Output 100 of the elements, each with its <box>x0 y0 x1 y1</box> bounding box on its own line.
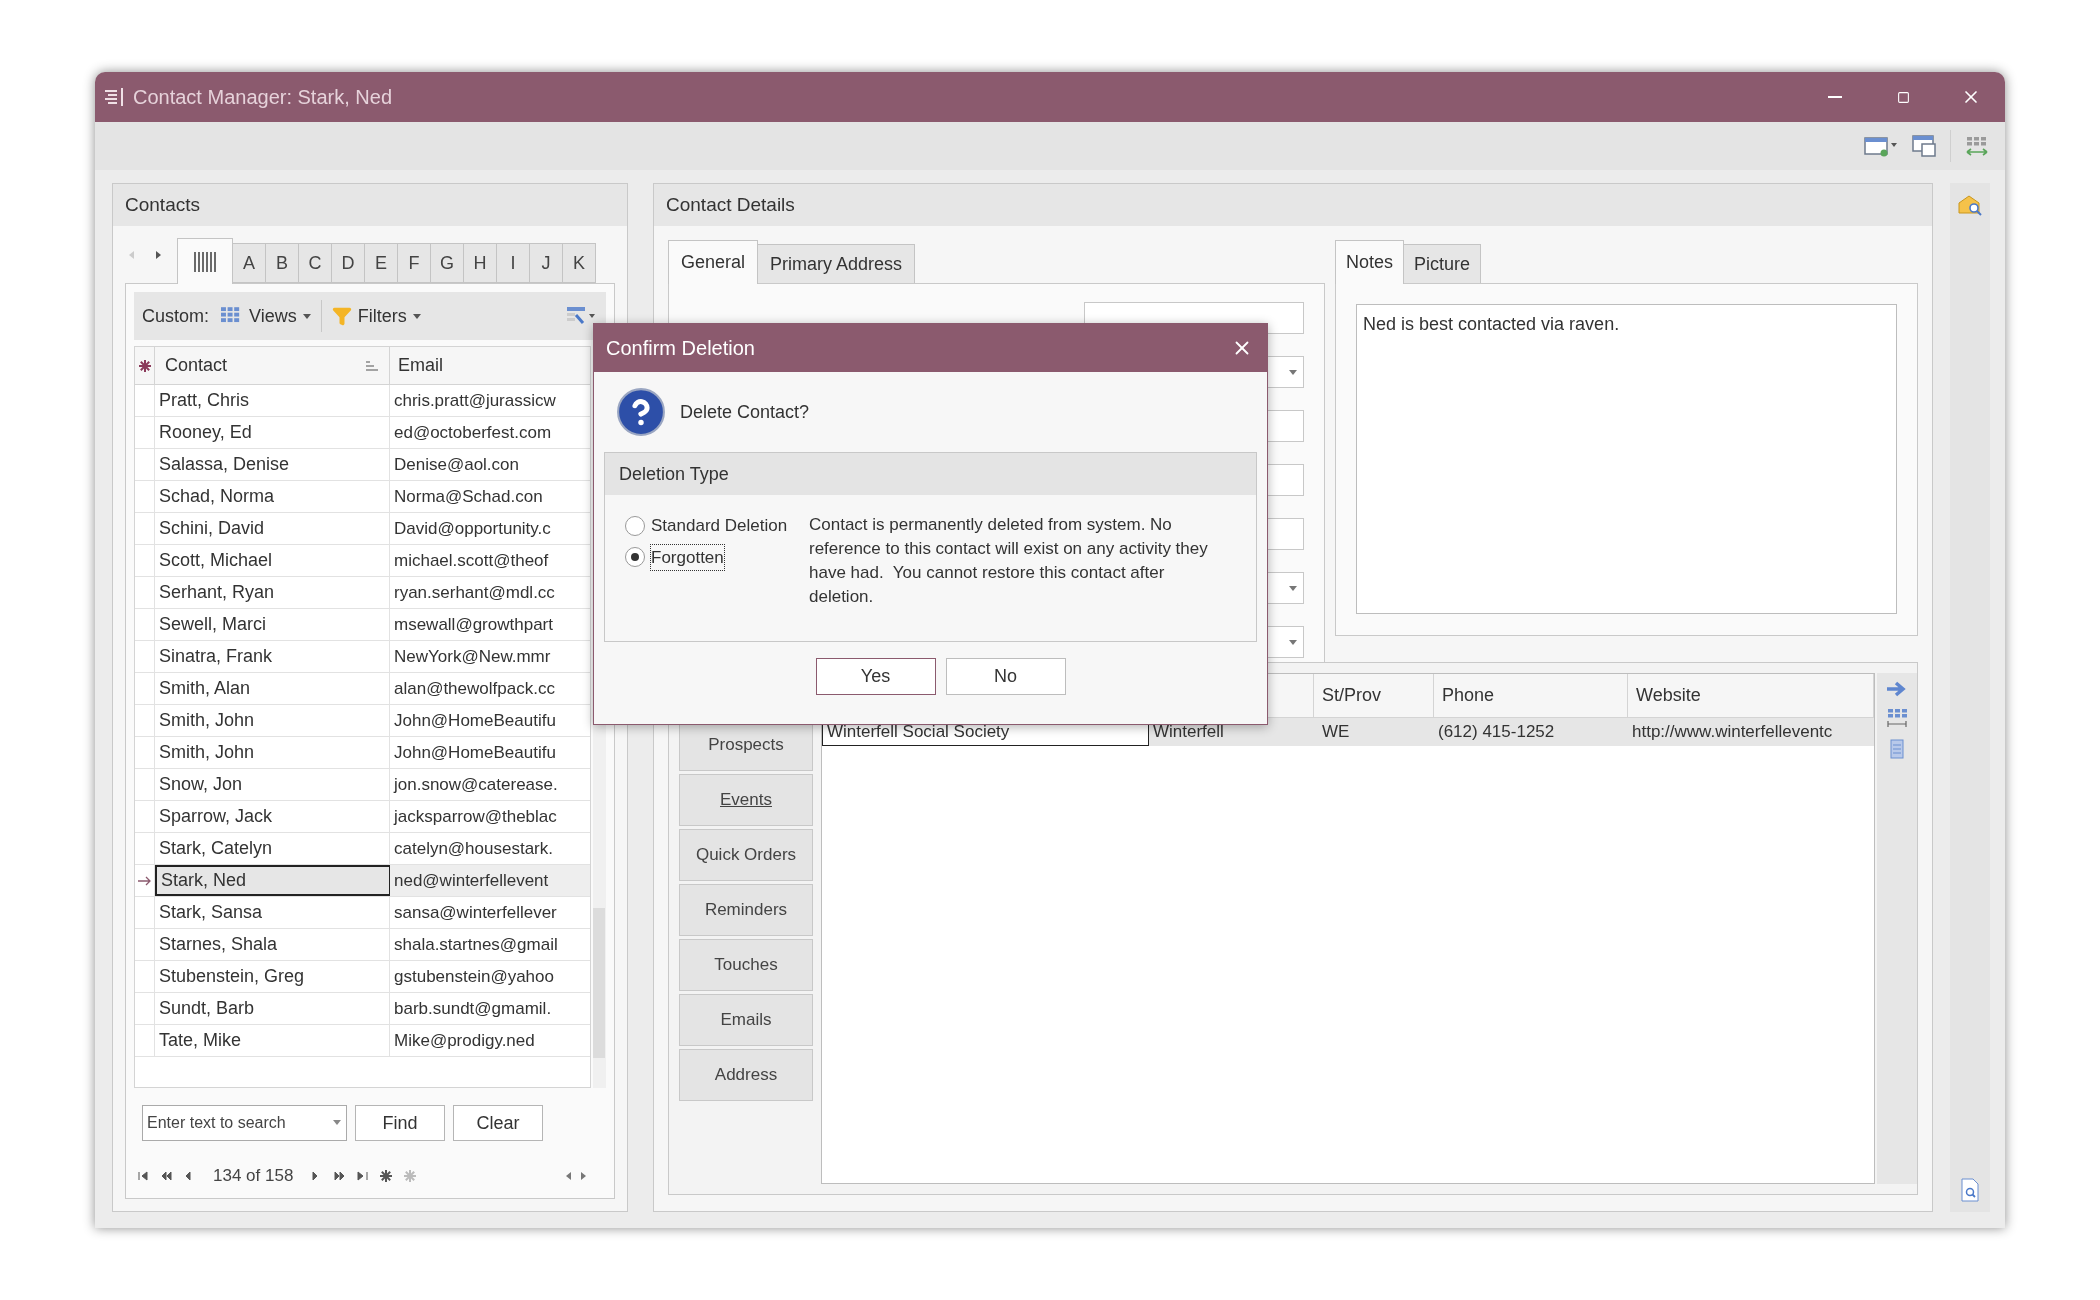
envelope-search-icon[interactable] <box>1957 193 1983 217</box>
letter-tab[interactable]: E <box>365 243 398 283</box>
table-cell[interactable]: Sinatra, Frank <box>155 641 390 672</box>
table-cell[interactable]: alan@thewolfpack.cc <box>390 673 590 704</box>
dialog-button[interactable]: No <box>945 658 1066 695</box>
radio-label[interactable]: Standard Deletion <box>651 513 788 539</box>
table-cell[interactable]: Denise@aol.con <box>390 449 590 480</box>
table-cell[interactable]: gstubenstein@yahoo <box>390 961 590 992</box>
side-tab[interactable]: Events <box>679 774 813 826</box>
side-tab[interactable]: Reminders <box>679 884 813 936</box>
grid-resize-icon[interactable] <box>1886 707 1908 729</box>
tab[interactable]: General <box>668 240 759 284</box>
table-cell[interactable]: Salassa, Denise <box>155 449 390 480</box>
tab[interactable]: Primary Address <box>758 244 916 284</box>
dropdown-caret-icon[interactable] <box>333 1120 341 1125</box>
column-header[interactable]: Email <box>390 347 590 384</box>
scroll-left-icon[interactable] <box>566 1172 571 1180</box>
document-search-icon[interactable] <box>1959 1178 1981 1202</box>
table-cell[interactable]: David@opportunity.c <box>390 513 590 544</box>
table-cell[interactable]: Snow, Jon <box>155 769 390 800</box>
table-cell[interactable]: Tate, Mike <box>155 1025 390 1056</box>
table-cell[interactable]: michael.scott@theof <box>390 545 590 576</box>
menu-icon[interactable] <box>103 87 125 107</box>
column-header[interactable]: Contact <box>155 347 390 384</box>
table-cell[interactable]: Schad, Norma <box>155 481 390 512</box>
next-page-icon[interactable] <box>334 1171 346 1181</box>
letter-tab[interactable]: F <box>398 243 431 283</box>
scroll-right-icon[interactable] <box>581 1172 586 1180</box>
search-field[interactable]: Enter text to search <box>142 1105 347 1141</box>
letter-tab[interactable]: G <box>431 243 464 283</box>
caret-icon[interactable] <box>302 313 311 319</box>
table-cell[interactable]: barb.sundt@gmamil. <box>390 993 590 1024</box>
letter-tab[interactable]: D <box>332 243 365 283</box>
dialog-button[interactable]: Yes <box>815 658 936 695</box>
table-cell[interactable]: Sundt, Barb <box>155 993 390 1024</box>
table-cell[interactable]: catelyn@housestark. <box>390 833 590 864</box>
caret-icon[interactable] <box>412 313 421 319</box>
side-tab[interactable]: Address <box>679 1049 813 1101</box>
letter-tab[interactable]: H <box>464 243 497 283</box>
table-cell[interactable]: jon.snow@caterease. <box>390 769 590 800</box>
table-cell[interactable]: Smith, Alan <box>155 673 390 704</box>
arrow-right-icon[interactable] <box>1886 681 1908 697</box>
table-cell[interactable]: John@HomeBeautifu <box>390 705 590 736</box>
new-record-icon[interactable] <box>380 1170 393 1182</box>
notes-field[interactable]: Ned is best contacted via raven. <box>1356 304 1897 614</box>
dropdown-caret-icon[interactable] <box>1289 585 1297 591</box>
search-button[interactable]: Clear <box>453 1105 543 1141</box>
table-cell[interactable]: Sewell, Marci <box>155 609 390 640</box>
filters-button[interactable]: Filters <box>331 302 421 330</box>
table-cell[interactable]: Mike@prodigy.ned <box>390 1025 590 1056</box>
tab[interactable]: Picture <box>1404 244 1482 284</box>
letter-tab[interactable]: J <box>530 243 563 283</box>
table-cell[interactable]: Stark, Sansa <box>155 897 390 928</box>
grid-arrows-icon[interactable] <box>1965 135 1989 157</box>
table-cell[interactable]: Norma@Schad.con <box>390 481 590 512</box>
letter-tab[interactable]: K <box>563 243 596 283</box>
letter-tab[interactable]: B <box>266 243 299 283</box>
all-letters-tab[interactable] <box>177 238 233 284</box>
column-header[interactable]: Phone <box>1434 674 1628 717</box>
column-header[interactable]: Website <box>1628 674 1874 717</box>
radio-button[interactable] <box>625 515 645 536</box>
table-cell[interactable]: sansa@winterfellever <box>390 897 590 928</box>
table-cell[interactable]: Smith, John <box>155 705 390 736</box>
table-cell[interactable]: ed@octoberfest.com <box>390 417 590 448</box>
table-cell[interactable]: NewYork@New.mmr <box>390 641 590 672</box>
first-record-icon[interactable] <box>138 1171 149 1181</box>
letter-tab[interactable]: A <box>233 243 266 283</box>
table-cell[interactable]: Rooney, Ed <box>155 417 390 448</box>
previous-page-icon[interactable] <box>161 1171 172 1181</box>
column-header[interactable]: St/Prov <box>1314 674 1434 717</box>
window-restore-icon[interactable] <box>1912 135 1936 157</box>
last-record-icon[interactable] <box>357 1171 369 1181</box>
table-cell[interactable]: shala.startnes@gmail <box>390 929 590 960</box>
table-cell[interactable]: Stubenstein, Greg <box>155 961 390 992</box>
dropdown-caret-icon[interactable] <box>1289 639 1297 645</box>
search-button[interactable]: Find <box>355 1105 445 1141</box>
side-tab[interactable]: Emails <box>679 994 813 1046</box>
letter-tab[interactable]: C <box>299 243 332 283</box>
table-cell[interactable]: chris.pratt@jurassicw <box>390 385 590 416</box>
table-cell[interactable]: Pratt, Chris <box>155 385 390 416</box>
table-cell[interactable]: Serhant, Ryan <box>155 577 390 608</box>
table-cell[interactable]: Starnes, Shala <box>155 929 390 960</box>
table-cell[interactable]: ned@winterfellevent <box>390 865 590 896</box>
letter-tab[interactable]: I <box>497 243 530 283</box>
table-cell[interactable]: Stark, Catelyn <box>155 833 390 864</box>
table-cell[interactable]: msewall@growthpart <box>390 609 590 640</box>
dropdown-caret-icon[interactable] <box>1289 369 1297 375</box>
table-cell[interactable]: Scott, Michael <box>155 545 390 576</box>
side-tab[interactable]: Touches <box>679 939 813 991</box>
radio-label[interactable]: Forgotten <box>651 544 724 570</box>
radio-button[interactable] <box>625 547 645 568</box>
column-chooser-icon[interactable] <box>566 306 596 326</box>
table-cell[interactable]: Smith, John <box>155 737 390 768</box>
side-tab[interactable]: Quick Orders <box>679 829 813 881</box>
table-cell[interactable]: jacksparrow@theblac <box>390 801 590 832</box>
views-button[interactable]: Views <box>221 302 311 330</box>
table-cell[interactable]: Stark, Ned <box>155 865 390 896</box>
table-cell[interactable]: Schini, David <box>155 513 390 544</box>
scroll-right-icon[interactable] <box>156 250 161 259</box>
table-cell[interactable]: John@HomeBeautifu <box>390 737 590 768</box>
